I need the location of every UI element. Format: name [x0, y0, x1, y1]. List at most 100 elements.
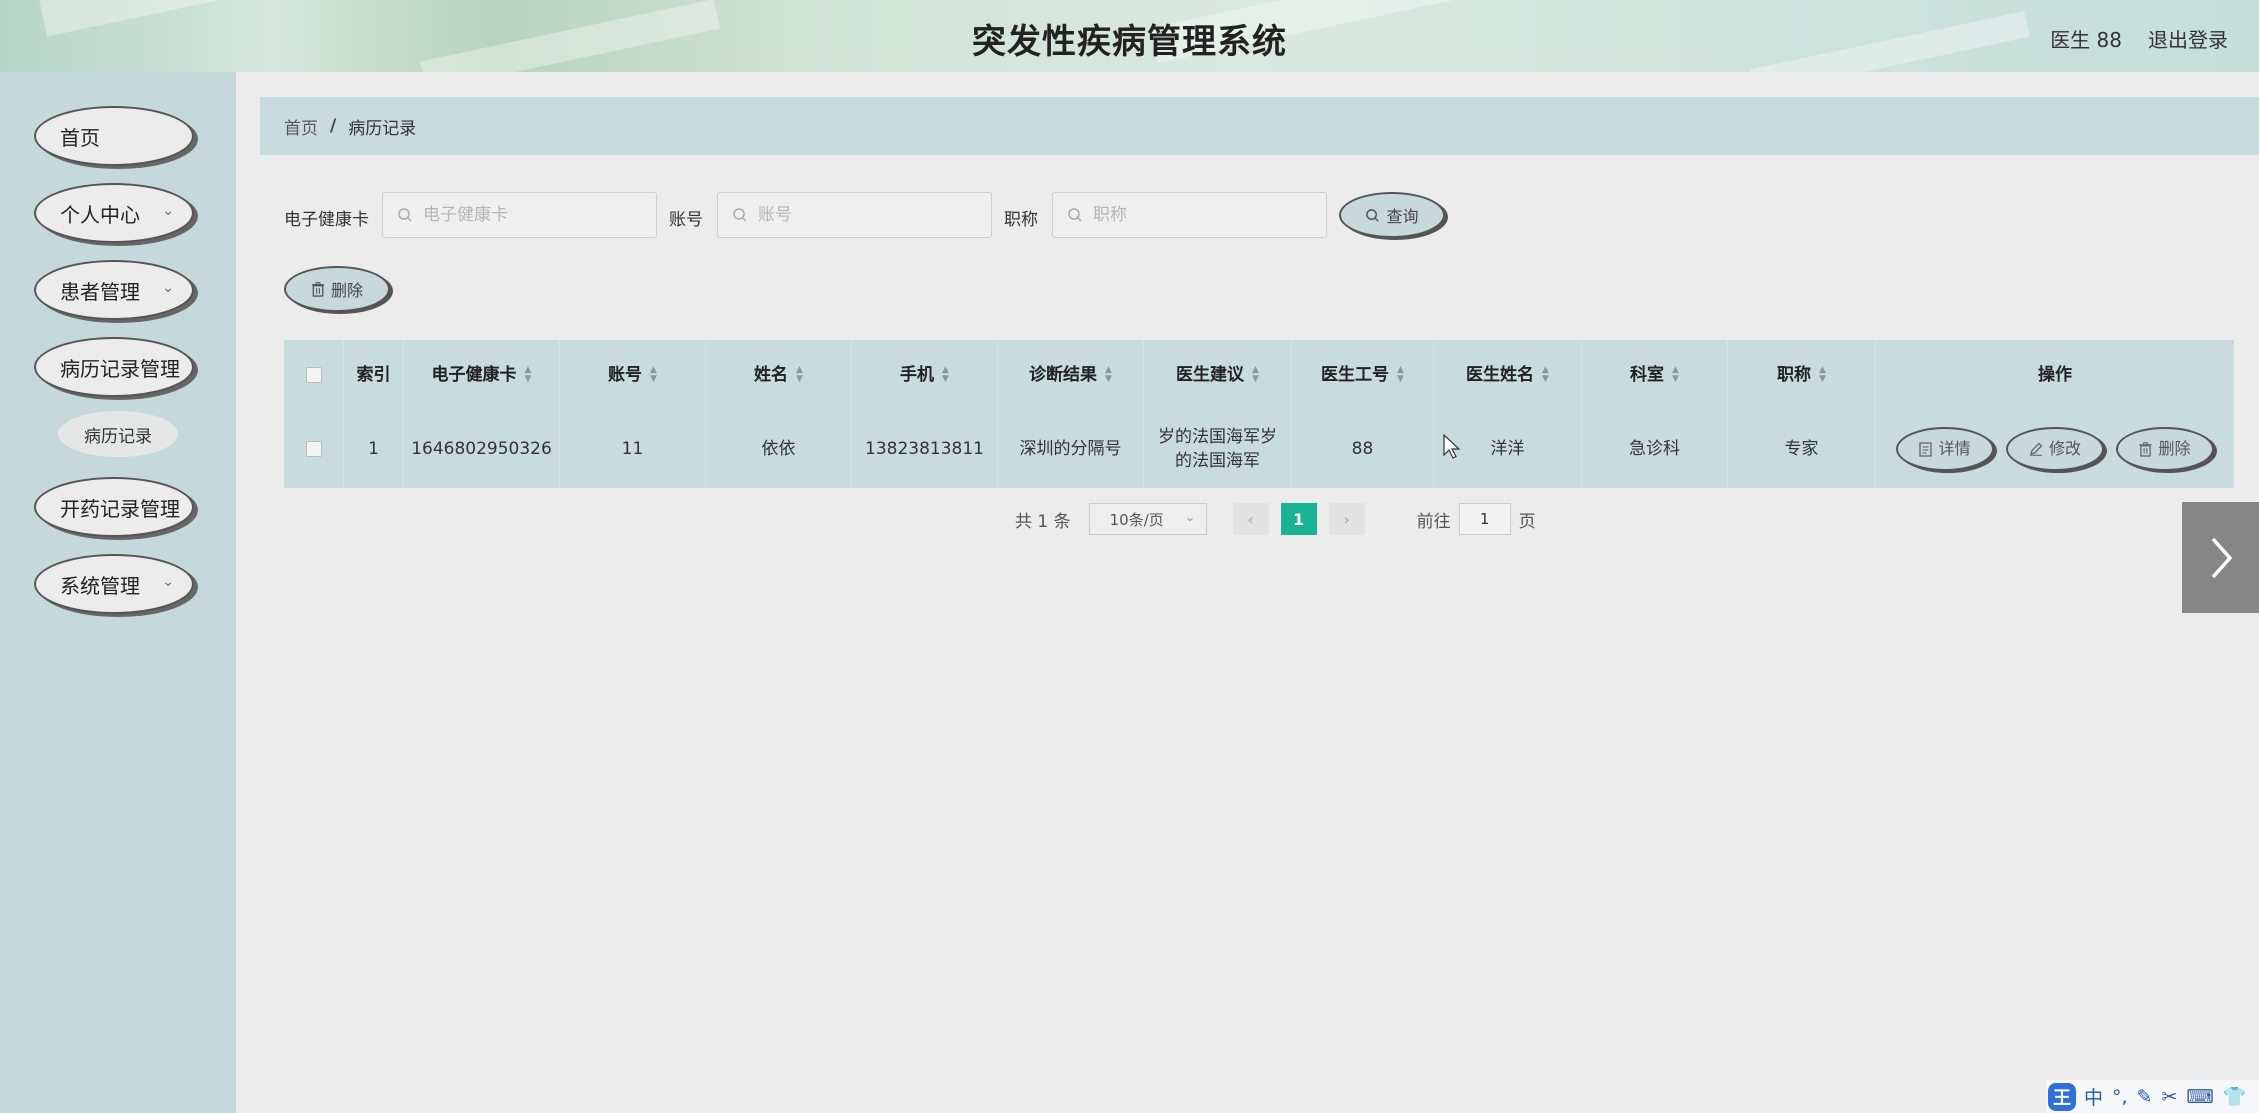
- punctuation-icon[interactable]: °,: [2112, 1086, 2128, 1108]
- cell-name: 依依: [706, 410, 852, 488]
- column-header-diagnosis[interactable]: 诊断结果 ▲ ▼: [998, 340, 1144, 410]
- search-icon: [733, 208, 747, 222]
- column-header-name[interactable]: 姓名 ▲ ▼: [706, 340, 852, 410]
- query-button[interactable]: 查询: [1339, 192, 1445, 238]
- edit-button[interactable]: 修改: [2006, 427, 2104, 471]
- page-size-select[interactable]: 10条/页 ⌄: [1088, 503, 1207, 535]
- batch-delete-label: 删除: [330, 281, 363, 300]
- chevron-down-icon: ⌄: [1184, 510, 1196, 525]
- keyboard-icon[interactable]: ⌨: [2186, 1086, 2213, 1108]
- column-header-phone[interactable]: 手机 ▲ ▼: [852, 340, 998, 410]
- search-card-field: [382, 192, 657, 238]
- current-user: 医生 88: [2050, 28, 2122, 52]
- select-all-checkbox[interactable]: [305, 367, 322, 383]
- cell-advice: 岁的法国海军岁的法国海军: [1144, 410, 1292, 488]
- delete-button[interactable]: 删除: [2116, 427, 2214, 471]
- cell-phone: 13823813811: [852, 410, 998, 488]
- sidebar-subitem-label: 病历记录: [84, 426, 152, 447]
- next-page-button[interactable]: ›: [1328, 503, 1365, 535]
- sort-icon[interactable]: ▲ ▼: [1542, 366, 1549, 384]
- sort-icon[interactable]: ▲ ▼: [1397, 366, 1404, 384]
- prev-page-button[interactable]: ‹: [1232, 503, 1269, 535]
- header-bar: 突发性疾病管理系统 医生 88 退出登录: [0, 0, 2259, 72]
- ime-mode-toggle[interactable]: 中: [2084, 1083, 2103, 1110]
- sidebar-item-system-management[interactable]: 系统管理 ⌄: [34, 554, 194, 614]
- column-header-label: 医生姓名: [1466, 365, 1535, 385]
- chevron-right-icon: ›: [1343, 509, 1350, 529]
- sidebar-item-medical-record-management[interactable]: 病历记录管理: [34, 337, 194, 397]
- table-header-row: 索引 电子健康卡 ▲ ▼ 账号 ▲ ▼ 姓名 ▲ ▼ 手机 ▲ ▼ 诊断结果 ▲ ▼ 医生建议 ▲ ▼ …: [284, 340, 2234, 410]
- chevron-down-icon: ⌄: [162, 280, 174, 296]
- slide-next-button[interactable]: [2182, 502, 2259, 613]
- pen-icon[interactable]: ✎: [2137, 1086, 2153, 1108]
- search-title-input[interactable]: [1091, 204, 1303, 226]
- column-header-doctor-name[interactable]: 医生姓名 ▲ ▼: [1434, 340, 1582, 410]
- column-header-doctor-id[interactable]: 医生工号 ▲ ▼: [1292, 340, 1434, 410]
- row-select-cell: [284, 410, 344, 488]
- sidebar-item-label: 患者管理: [60, 279, 140, 304]
- row-checkbox[interactable]: [305, 441, 322, 457]
- sort-icon[interactable]: ▲ ▼: [1819, 366, 1826, 384]
- sort-icon[interactable]: ▲ ▼: [1105, 366, 1112, 384]
- column-header-title[interactable]: 职称 ▲ ▼: [1728, 340, 1876, 410]
- cell-department: 急诊科: [1582, 410, 1728, 488]
- records-table: 索引 电子健康卡 ▲ ▼ 账号 ▲ ▼ 姓名 ▲ ▼ 手机 ▲ ▼ 诊断结果 ▲ ▼ 医生建议 ▲ ▼ …: [284, 340, 2234, 488]
- column-header-advice[interactable]: 医生建议 ▲ ▼: [1144, 340, 1292, 410]
- detail-button-label: 详情: [1938, 439, 1971, 458]
- shirt-icon[interactable]: 👕: [2223, 1085, 2247, 1108]
- sidebar-item-home[interactable]: 首页: [34, 106, 194, 166]
- sort-icon[interactable]: ▲ ▼: [796, 366, 803, 384]
- goto-suffix: 页: [1518, 511, 1536, 532]
- document-icon: [1919, 441, 1933, 457]
- goto-label: 前往: [1416, 511, 1451, 532]
- column-header-label: 医生工号: [1321, 365, 1390, 385]
- column-header-label: 姓名: [754, 365, 789, 385]
- column-header-label: 账号: [608, 365, 643, 385]
- goto-page-input[interactable]: [1458, 503, 1511, 535]
- select-all-cell: [284, 340, 344, 410]
- sidebar-item-patient-management[interactable]: 患者管理 ⌄: [34, 260, 194, 320]
- mouse-cursor-icon: [1443, 434, 1461, 459]
- trash-icon: [311, 281, 325, 297]
- sort-icon[interactable]: ▲ ▼: [525, 366, 532, 384]
- column-header-actions: 操作: [1876, 340, 2234, 410]
- column-header-department[interactable]: 科室 ▲ ▼: [1582, 340, 1728, 410]
- edit-icon: [2029, 442, 2043, 456]
- search-account-input[interactable]: [756, 204, 968, 226]
- column-header-label: 手机: [900, 365, 935, 385]
- ime-logo-icon[interactable]: 王: [2048, 1082, 2076, 1111]
- sidebar: 首页 个人中心 ⌄ 患者管理 ⌄ 病历记录管理 病历记录 开药记录管理 系统管理…: [0, 72, 236, 1113]
- sidebar-subitem-medical-record[interactable]: 病历记录: [58, 411, 178, 457]
- detail-button[interactable]: 详情: [1896, 427, 1994, 471]
- column-header-label: 诊断结果: [1029, 365, 1098, 385]
- page-size-value: 10条/页: [1109, 510, 1164, 529]
- sidebar-item-prescription-management[interactable]: 开药记录管理: [34, 477, 194, 537]
- breadcrumb: 首页 / 病历记录: [260, 97, 2259, 155]
- sort-icon[interactable]: ▲ ▼: [1672, 366, 1679, 384]
- sort-icon[interactable]: ▲ ▼: [650, 366, 657, 384]
- breadcrumb-home[interactable]: 首页: [284, 114, 318, 139]
- chevron-right-icon: [2211, 537, 2232, 578]
- search-account-label: 账号: [669, 210, 703, 230]
- logout-link[interactable]: 退出登录: [2148, 24, 2228, 53]
- cell-diagnosis: 深圳的分隔号: [998, 410, 1144, 488]
- page-number-button[interactable]: 1: [1280, 503, 1317, 535]
- pagination-total: 共 1 条: [1015, 511, 1071, 532]
- search-title-field: [1052, 192, 1327, 238]
- column-header-label: 科室: [1630, 365, 1665, 385]
- chevron-down-icon: ⌄: [162, 574, 174, 590]
- app-title: 突发性疾病管理系统: [972, 22, 1287, 62]
- cell-title: 专家: [1728, 410, 1876, 488]
- chevron-left-icon: ‹: [1247, 509, 1254, 529]
- sort-icon[interactable]: ▲ ▼: [1252, 366, 1259, 384]
- column-header-card[interactable]: 电子健康卡 ▲ ▼: [404, 340, 560, 410]
- sort-icon[interactable]: ▲ ▼: [942, 366, 949, 384]
- cell-account: 11: [560, 410, 706, 488]
- search-icon: [398, 208, 412, 222]
- search-card-label: 电子健康卡: [284, 210, 369, 230]
- column-header-account[interactable]: 账号 ▲ ▼: [560, 340, 706, 410]
- batch-delete-button[interactable]: 删除: [284, 266, 390, 312]
- search-card-input[interactable]: [421, 204, 633, 226]
- scissors-icon[interactable]: ✂: [2161, 1086, 2177, 1108]
- sidebar-item-personal-center[interactable]: 个人中心 ⌄: [34, 183, 194, 243]
